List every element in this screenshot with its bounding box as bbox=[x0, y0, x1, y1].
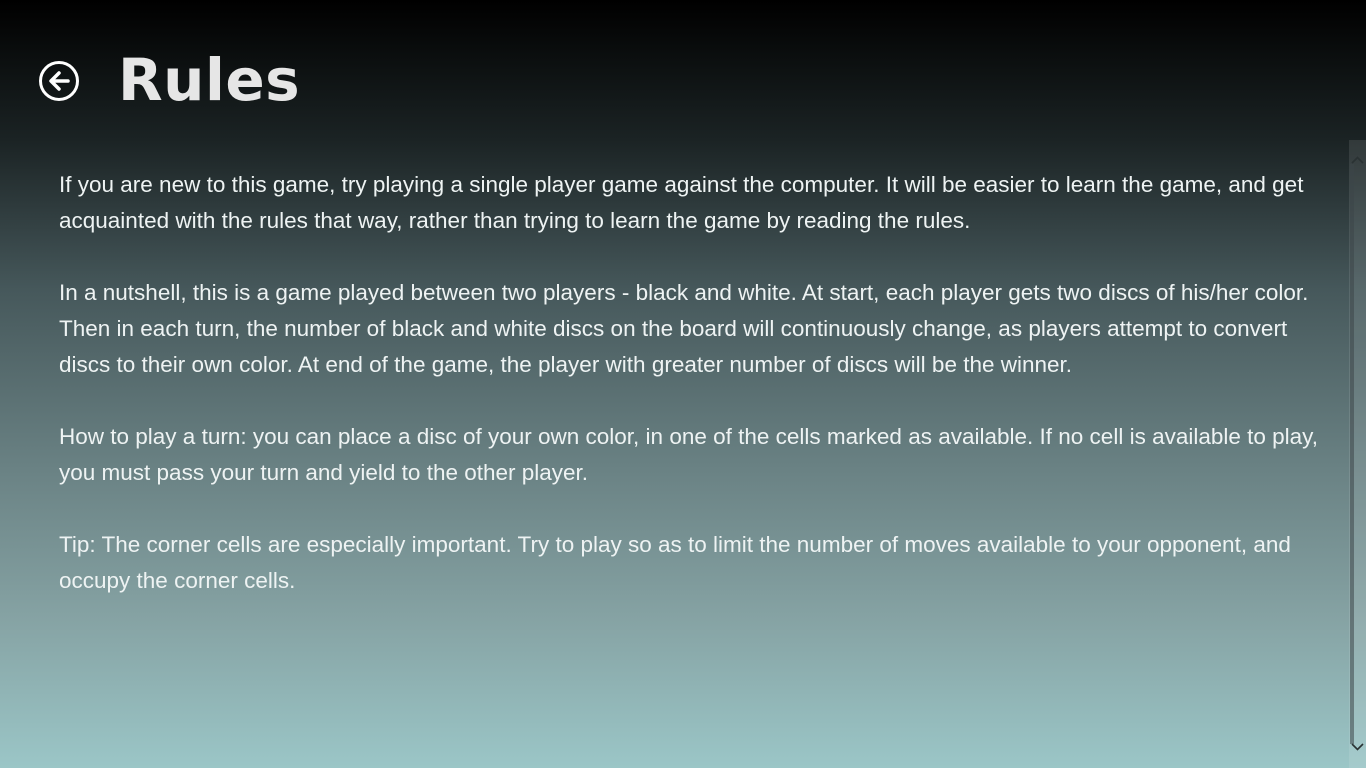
scroll-down-button[interactable] bbox=[1349, 738, 1366, 755]
vertical-scrollbar[interactable] bbox=[1349, 140, 1366, 768]
scrollbar-thumb[interactable] bbox=[1350, 164, 1354, 744]
rules-content: If you are new to this game, try playing… bbox=[59, 167, 1321, 635]
rules-paragraph-overview: In a nutshell, this is a game played bet… bbox=[59, 280, 1309, 377]
back-arrow-circle-icon bbox=[39, 61, 79, 101]
page-title: Rules bbox=[118, 46, 301, 114]
rules-paragraph-turn: How to play a turn: you can place a disc… bbox=[59, 424, 1319, 485]
chevron-down-icon bbox=[1351, 743, 1364, 751]
rules-paragraph-tip: Tip: The corner cells are especially imp… bbox=[59, 532, 1291, 593]
rules-paragraph-intro: If you are new to this game, try playing… bbox=[59, 172, 1304, 233]
back-button[interactable] bbox=[38, 60, 80, 102]
scroll-up-button[interactable] bbox=[1349, 152, 1366, 169]
chevron-up-icon bbox=[1351, 156, 1364, 164]
